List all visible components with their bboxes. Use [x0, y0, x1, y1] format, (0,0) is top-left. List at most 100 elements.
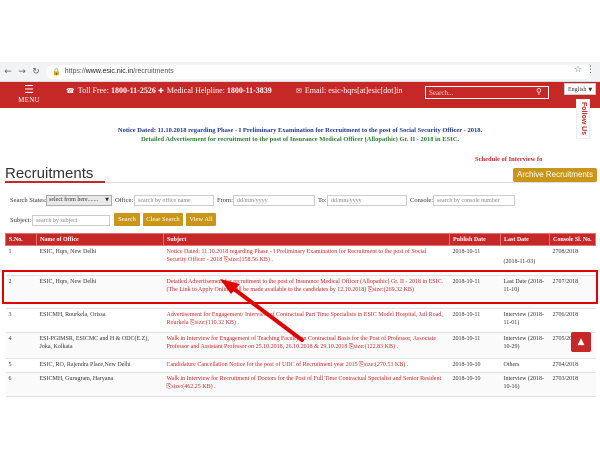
- clear-search-button[interactable]: Clear Search: [143, 213, 183, 226]
- notice-link-imo[interactable]: Detailed Advertisement for recruitment t…: [0, 136, 600, 143]
- office-label: Office:: [115, 197, 134, 204]
- medical-kit-icon: ✚: [158, 87, 164, 95]
- page-title: Recruitments: [5, 165, 94, 182]
- title-underline: [5, 181, 105, 183]
- notice-link-sso[interactable]: Notice Dated: 11.10.2018 regarding Phase…: [0, 127, 600, 134]
- helpline-number: 1800-11-3839: [226, 86, 272, 95]
- phone-icon: ☎: [66, 87, 75, 95]
- column-header-subject: Subject: [163, 233, 450, 246]
- cell-last-date: Others: [500, 358, 550, 373]
- console-label: Console:: [410, 197, 434, 204]
- subject-text: Candidature Cancellation Notice for the …: [166, 362, 358, 368]
- table-row: 3 ESICMH, Rourkela, Orissa Advertisement…: [5, 308, 596, 333]
- cell-publish-date: 2018-10-10: [449, 358, 501, 373]
- cell-sno: 5: [5, 358, 37, 373]
- view-all-button[interactable]: View All: [186, 213, 216, 226]
- arrow-left-icon[interactable]: ←: [2, 65, 14, 79]
- email-text: Email: esic-hqrs[at]esic[dot]in: [304, 86, 403, 95]
- cell-publish-date: 2018-10-11: [449, 308, 501, 333]
- cell-subject-link[interactable]: Walk in Interview for Engagement of Teac…: [163, 332, 450, 359]
- menu-button[interactable]: ☰ MENU: [14, 84, 44, 106]
- search-button[interactable]: Search: [114, 213, 140, 226]
- from-label: From:: [217, 197, 233, 204]
- cell-subject-link[interactable]: Advertisement for Engagement/ Interview …: [163, 308, 450, 333]
- address-bar[interactable]: 🔒 https://www.esic.nic.in/recruitments: [46, 64, 592, 79]
- language-value: English: [568, 87, 587, 93]
- site-search-input[interactable]: [425, 86, 549, 99]
- star-icon[interactable]: ☆: [574, 65, 582, 75]
- cell-console: 2704/2018: [549, 358, 596, 373]
- scroll-to-top-button[interactable]: ▲: [571, 332, 591, 352]
- states-value: select from here.......: [49, 197, 99, 203]
- highlight-box: [2, 270, 598, 304]
- toll-free-info: ☎ Toll Free: 1800-11-2526: [66, 86, 156, 95]
- states-label: Search States:: [10, 197, 47, 204]
- language-select[interactable]: English ▼: [564, 83, 596, 95]
- helpline-label: Medical Helpline:: [166, 86, 225, 95]
- subject-text: Notice Dated: 11.10.2018 regarding Phase…: [166, 249, 427, 263]
- cell-console: 2706/2018: [549, 308, 596, 333]
- envelope-icon: ✉: [296, 87, 302, 95]
- file-size: size:(462.25 KB) .: [171, 384, 216, 390]
- toll-free-label: Toll Free:: [77, 86, 109, 95]
- menu-label: MENU: [18, 96, 40, 104]
- url-protocol: https://: [64, 68, 86, 75]
- cell-sno: 3: [5, 308, 37, 333]
- table-header-row: S.No. Name of Office Subject Publish Dat…: [5, 233, 596, 246]
- email-info: ✉ Email: esic-hqrs[at]esic[dot]in: [296, 86, 402, 95]
- archive-recruitments-button[interactable]: Archive Recruitments: [513, 168, 597, 182]
- console-input[interactable]: [433, 195, 515, 206]
- file-size: size:(110.32 KB) .: [194, 320, 239, 326]
- cell-sno: 4: [5, 332, 37, 359]
- subject-label: Subject:: [10, 217, 32, 224]
- cell-office: ESICMH, Rourkela, Orissa: [36, 308, 164, 333]
- chevron-down-icon: ▼: [588, 87, 593, 93]
- browser-toolbar: ← → ↻ 🔒 https://www.esic.nic.in/recruitm…: [0, 62, 600, 82]
- column-header-console: Console Sl. No.: [549, 233, 596, 246]
- to-label: To:: [318, 197, 327, 204]
- helpline-info: ✚ Medical Helpline: 1800-11-3839: [158, 86, 272, 95]
- recruitments-table: S.No. Name of Office Subject Publish Dat…: [5, 233, 596, 397]
- schedule-interview-link[interactable]: Schedule of Interview fo: [475, 156, 542, 163]
- url-path: /recruitments: [133, 68, 174, 75]
- url-host: www.esic.nic.in: [85, 68, 134, 75]
- cell-publish-date: 2018-10-10: [449, 372, 501, 397]
- office-input[interactable]: [134, 195, 214, 206]
- cell-subject-link[interactable]: Walk in Interview for Recruitment of Doc…: [163, 372, 450, 397]
- cell-console: 2703/2018: [549, 372, 596, 397]
- search-icon[interactable]: ⚲: [536, 87, 542, 96]
- toll-free-number: 1800-11-2526: [110, 86, 156, 95]
- cell-office: ESI-PGIMSR, ESICMC and H & ODC(E.Z), Jok…: [36, 332, 164, 359]
- cell-subject-link[interactable]: Candidature Cancellation Notice for the …: [163, 358, 450, 373]
- file-size: size:(270.53 KB) .: [363, 362, 409, 368]
- site-header: ☰ MENU ☎ Toll Free: 1800-11-2526 ✚ Medical…: [0, 82, 600, 108]
- table-row: 5 ESIC, RO, Rajendra Place,New Delhi Can…: [5, 358, 596, 373]
- cell-office: ESICMH, Gurugram, Haryana: [36, 372, 164, 397]
- column-header-last-date: Last Date: [500, 233, 550, 246]
- cell-publish-date: 2018-10-11: [449, 332, 501, 359]
- hamburger-icon: ☰: [24, 83, 34, 96]
- column-header-office: Name of Office: [36, 233, 164, 246]
- states-select[interactable]: select from here....... ▼: [46, 195, 112, 206]
- cell-last-date: Interview (2018-11-01): [500, 308, 550, 333]
- cell-last-date: Interview (2018-10-16): [500, 372, 550, 397]
- file-size: size:(122.83 KB) .: [353, 344, 398, 350]
- cell-office: ESIC, RO, Rajendra Place,New Delhi: [36, 358, 164, 373]
- to-date-input[interactable]: [327, 195, 407, 206]
- file-size: size:(158.56 KB) .: [228, 257, 273, 263]
- chevron-down-icon: ▼: [105, 197, 109, 203]
- table-row: 6 ESICMH, Gurugram, Haryana Walk in Inte…: [5, 372, 596, 397]
- subject-input[interactable]: [32, 215, 110, 226]
- subject-text: Walk in Interview for Recruitment of Doc…: [166, 376, 442, 382]
- lock-icon: 🔒: [52, 67, 61, 76]
- reload-icon[interactable]: ↻: [30, 65, 42, 79]
- column-header-sno: S.No.: [5, 233, 37, 246]
- column-header-publish-date: Publish Date: [449, 233, 501, 246]
- table-row: 4 ESI-PGIMSR, ESICMC and H & ODC(E.Z), J…: [5, 332, 596, 359]
- cell-sno: 6: [5, 372, 37, 397]
- chevron-up-icon: ▲: [577, 337, 585, 347]
- cell-last-date: Interview (2018-10-29): [500, 332, 550, 359]
- arrow-right-icon[interactable]: →: [16, 65, 28, 79]
- more-options-icon[interactable]: ⋮: [586, 65, 595, 75]
- from-date-input[interactable]: [233, 195, 315, 206]
